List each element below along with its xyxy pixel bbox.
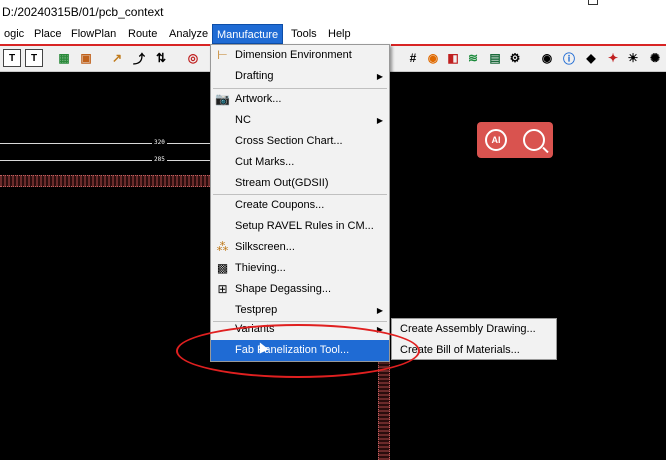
stack-icon[interactable]: ▤ xyxy=(486,49,504,67)
window-control-icon[interactable] xyxy=(588,0,598,5)
silkscreen-icon: ⁂ xyxy=(216,240,229,254)
menu-manufacture[interactable]: Manufacture xyxy=(212,24,284,44)
menu-help[interactable]: Help xyxy=(324,24,355,44)
dimension-label: 320 xyxy=(152,139,167,146)
menu-item-drafting[interactable]: Drafting ▶ xyxy=(211,66,389,87)
dimension-label: 285 xyxy=(152,156,167,163)
submenu-arrow-icon: ▶ xyxy=(376,306,383,315)
menu-place[interactable]: Place xyxy=(30,24,66,44)
menu-item-setup-ravel-rules[interactable]: Setup RAVEL Rules in CM... xyxy=(211,216,389,237)
degassing-icon: ⊞ xyxy=(217,282,228,296)
search-icon[interactable] xyxy=(523,129,545,151)
menu-logic[interactable]: ogic xyxy=(0,24,28,44)
brightness-icon[interactable]: ☀ xyxy=(624,49,642,67)
dimension-line xyxy=(0,143,210,144)
menu-item-testprep[interactable]: Testprep ▶ xyxy=(211,300,389,321)
menu-item-artwork[interactable]: 📷 Artwork... xyxy=(211,89,389,110)
menu-tools[interactable]: Tools xyxy=(287,24,321,44)
menu-item-cut-marks[interactable]: Cut Marks... xyxy=(211,152,389,173)
camera-icon: 📷 xyxy=(215,92,230,106)
menu-item-thieving[interactable]: ▩ Thieving... xyxy=(211,258,389,279)
board-edge xyxy=(0,175,210,187)
menu-item-create-coupons[interactable]: Create Coupons... xyxy=(211,195,389,216)
menu-item-variants[interactable]: Variants ▶ xyxy=(211,319,389,340)
menu-item-silkscreen[interactable]: ⁂ Silkscreen... xyxy=(211,237,389,258)
grid-icon[interactable]: # xyxy=(404,49,422,67)
menu-flowplan[interactable]: FlowPlan xyxy=(67,24,120,44)
variants-submenu: Create Assembly Drawing... Create Bill o… xyxy=(391,318,557,360)
text-tool-icon[interactable]: T xyxy=(3,49,21,67)
menu-item-dimension-environment[interactable]: ⊢ Dimension Environment xyxy=(211,45,389,66)
chip-icon[interactable]: ▣ xyxy=(77,49,95,67)
slide-icon[interactable]: ⤴ xyxy=(130,49,148,67)
menu-item-nc[interactable]: NC ▶ xyxy=(211,110,389,131)
title-bar: D:/20240315B/01/pcb_context xyxy=(0,0,666,24)
highlight-icon[interactable]: ✦ xyxy=(604,49,622,67)
board-edge xyxy=(378,362,390,460)
dimension-icon: ⊢ xyxy=(217,48,228,62)
menu-bar: ogic Place FlowPlan Route Analyze Manufa… xyxy=(0,24,666,44)
submenu-arrow-icon: ▶ xyxy=(376,116,383,125)
submenu-arrow-icon: ▶ xyxy=(376,325,383,334)
dimension-line xyxy=(0,160,210,161)
menu-item-fab-panelization-tool[interactable]: Fab Panelization Tool... xyxy=(211,340,389,361)
ai-assistant-widget[interactable]: AI xyxy=(477,122,553,158)
ai-icon[interactable]: AI xyxy=(485,129,507,151)
visibility-icon[interactable]: ◧ xyxy=(444,49,462,67)
toolbar-accent-line xyxy=(0,44,210,46)
component-icon[interactable]: ▦ xyxy=(55,49,73,67)
menu-item-cross-section-chart[interactable]: Cross Section Chart... xyxy=(211,131,389,152)
menu-item-create-assembly-drawing[interactable]: Create Assembly Drawing... xyxy=(400,319,536,340)
info-icon[interactable]: ⓘ xyxy=(560,49,578,67)
route-icon[interactable]: ↗ xyxy=(108,49,126,67)
drc-icon[interactable]: ◎ xyxy=(184,49,202,67)
menu-item-stream-out[interactable]: Stream Out(GDSII) xyxy=(211,173,389,194)
submenu-arrow-icon: ▶ xyxy=(376,72,383,81)
dim-icon[interactable]: ✺ xyxy=(646,49,664,67)
text-edit-icon[interactable]: T xyxy=(25,49,43,67)
eye-icon[interactable]: ◉ xyxy=(538,49,556,67)
menu-analyze[interactable]: Analyze xyxy=(165,24,212,44)
swap-icon[interactable]: ⇅ xyxy=(152,49,170,67)
manufacture-menu: ⊢ Dimension Environment Drafting ▶ 📷 Art… xyxy=(210,44,390,362)
layers-icon[interactable]: ≋ xyxy=(464,49,482,67)
cube-icon[interactable]: ◆ xyxy=(582,49,600,67)
menu-item-shape-degassing[interactable]: ⊞ Shape Degassing... xyxy=(211,279,389,300)
thieving-icon: ▩ xyxy=(216,261,229,275)
color-wheel-icon[interactable]: ◉ xyxy=(424,49,442,67)
window-title: D:/20240315B/01/pcb_context xyxy=(2,5,164,19)
menu-item-create-bill-of-materials[interactable]: Create Bill of Materials... xyxy=(400,340,520,361)
menu-route[interactable]: Route xyxy=(124,24,161,44)
toolbar-accent-line xyxy=(391,44,666,46)
settings-icon[interactable]: ⚙ xyxy=(506,49,524,67)
